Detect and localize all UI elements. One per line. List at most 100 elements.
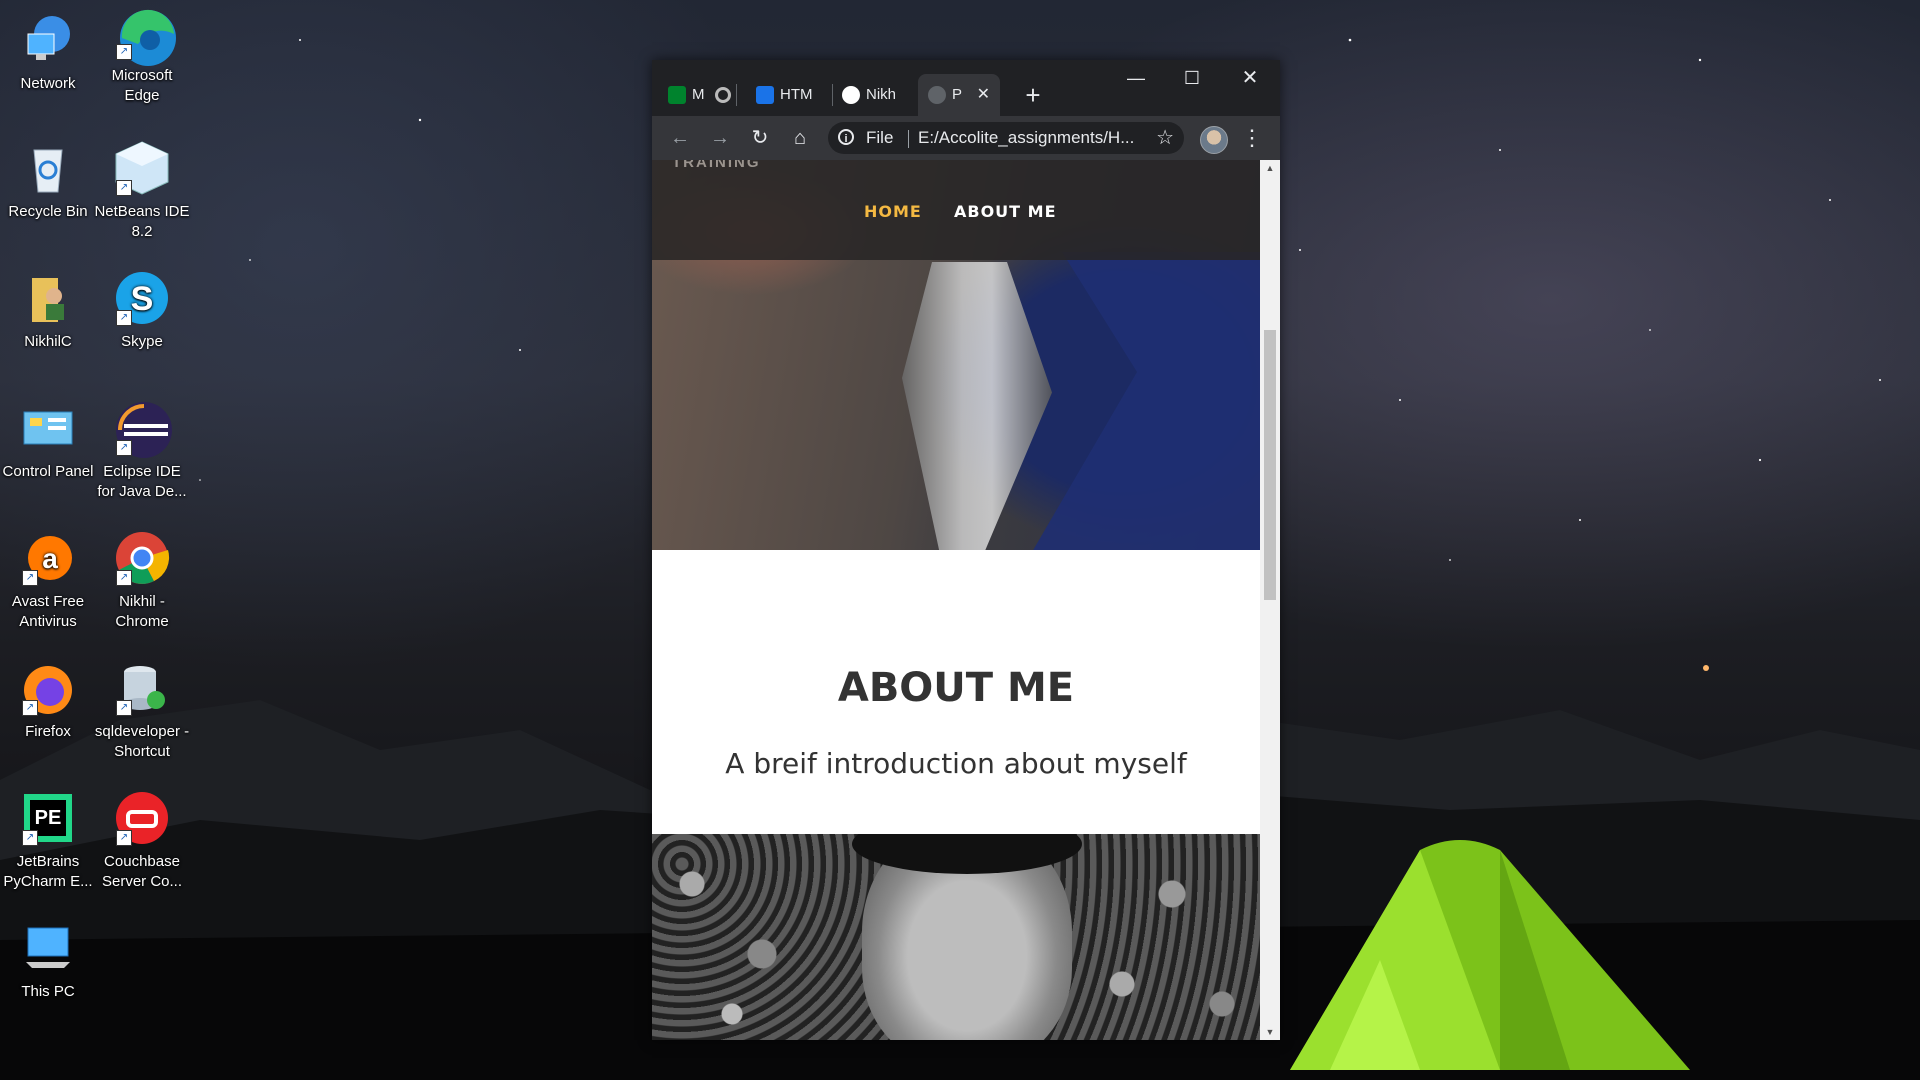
desktop-icon-user-folder[interactable]: NikhilC <box>0 266 96 352</box>
this-pc-icon <box>20 920 76 976</box>
shortcut-arrow-icon: ↗ <box>116 180 132 196</box>
close-tab-icon[interactable]: ✕ <box>977 74 990 116</box>
info-icon[interactable]: i <box>838 129 854 145</box>
skype-icon: S ↗ <box>114 270 170 326</box>
site-navbar: TRAINING HOME ABOUT ME <box>652 160 1260 260</box>
page-scrollbar[interactable]: ▲ ▼ <box>1260 160 1280 1040</box>
shortcut-arrow-icon: ↗ <box>116 830 132 846</box>
desktop-icon-sqldeveloper[interactable]: ↗ sqldeveloper - Shortcut <box>94 656 190 762</box>
shortcut-arrow-icon: ↗ <box>116 440 132 456</box>
omnibox-divider <box>908 130 909 148</box>
network-icon <box>20 12 76 68</box>
desktop-icon-label: Eclipse IDE for Java De... <box>97 463 187 500</box>
desktop-icon-label: NetBeans IDE 8.2 <box>94 203 190 240</box>
desktop-icon-label: Recycle Bin <box>8 203 88 220</box>
edge-icon: ↗ <box>114 4 176 66</box>
desktop-icon-avast[interactable]: a ↗ Avast Free Antivirus <box>0 526 96 632</box>
tab-separator <box>832 84 833 106</box>
svg-text:S: S <box>131 280 154 318</box>
desktop-icon-couchbase[interactable]: ↗ Couchbase Server Co... <box>94 786 190 892</box>
minimize-icon[interactable]: — <box>1108 60 1164 96</box>
address-bar[interactable]: i File E:/Accolite_assignments/H... ☆ <box>828 122 1184 154</box>
tab-strip: M HTM Nikh P ✕ + — ☐ ✕ <box>652 60 1280 116</box>
menu-icon[interactable]: ⋮ <box>1238 124 1266 152</box>
desktop-icon-label: JetBrains PyCharm E... <box>3 853 93 890</box>
recording-icon <box>714 87 731 104</box>
scrollbar-thumb[interactable] <box>1264 330 1276 600</box>
chrome-icon: ↗ <box>114 530 170 586</box>
desktop-icon-label: Microsoft Edge <box>111 67 173 104</box>
eclipse-icon: ↗ <box>114 400 172 458</box>
desktop-icon-label: Avast Free Antivirus <box>11 593 85 630</box>
github-icon <box>842 86 860 105</box>
shortcut-arrow-icon: ↗ <box>22 830 38 846</box>
profile-avatar[interactable] <box>1200 126 1228 154</box>
tab-label: P <box>952 86 963 103</box>
shortcut-arrow-icon: ↗ <box>116 44 132 60</box>
nav-home[interactable]: HOME <box>864 202 922 221</box>
desktop-icon-pycharm[interactable]: PE ↗ JetBrains PyCharm E... <box>0 786 96 892</box>
tab-github[interactable]: Nikh <box>842 74 908 116</box>
shortcut-arrow-icon: ↗ <box>22 700 38 716</box>
back-icon[interactable]: ← <box>666 124 694 152</box>
desktop-icon-control-panel[interactable]: Control Panel <box>0 396 96 482</box>
desktop-icon-netbeans[interactable]: ↗ NetBeans IDE 8.2 <box>94 136 190 242</box>
pycharm-icon: PE ↗ <box>20 790 76 846</box>
desktop-icon-label: Firefox <box>25 723 71 740</box>
glowing-tent <box>1290 840 1690 1070</box>
browser-toolbar: ← → ↻ ⌂ i File E:/Accolite_assignments/H… <box>652 116 1280 160</box>
scroll-down-icon[interactable]: ▼ <box>1260 1024 1280 1040</box>
tab-separator <box>736 84 737 106</box>
user-folder-icon <box>20 270 76 326</box>
avast-icon: a ↗ <box>20 530 76 586</box>
desktop-icon-recycle-bin[interactable]: Recycle Bin <box>0 136 96 222</box>
home-icon[interactable]: ⌂ <box>786 124 814 152</box>
tab-classroom[interactable]: HTM <box>756 74 824 116</box>
scroll-up-icon[interactable]: ▲ <box>1260 160 1280 176</box>
tab-label: M <box>692 86 705 103</box>
shortcut-arrow-icon: ↗ <box>116 310 132 326</box>
shortcut-arrow-icon: ↗ <box>22 570 38 586</box>
meet-icon <box>668 86 686 105</box>
desktop-icon-eclipse[interactable]: ↗ Eclipse IDE for Java De... <box>94 396 190 502</box>
about-section: ABOUT ME A breif introduction about myse… <box>652 550 1260 834</box>
firefox-icon: ↗ <box>20 660 76 716</box>
desktop-icon-edge[interactable]: ↗ Microsoft Edge <box>94 0 190 106</box>
nav-about-me[interactable]: ABOUT ME <box>954 202 1057 221</box>
desktop-icon-skype[interactable]: S ↗ Skype <box>94 266 190 352</box>
desktop-icon-label: NikhilC <box>24 333 72 350</box>
shortcut-arrow-icon: ↗ <box>116 570 132 586</box>
tab-meet[interactable]: M <box>668 74 732 116</box>
desktop-icon-label: Skype <box>121 333 163 350</box>
globe-icon <box>928 86 946 105</box>
close-window-icon[interactable]: ✕ <box>1222 60 1278 96</box>
url-text: E:/Accolite_assignments/H... <box>918 128 1135 147</box>
netbeans-icon: ↗ <box>114 140 170 196</box>
classroom-icon <box>756 86 774 105</box>
bookmark-star-icon[interactable]: ☆ <box>1156 122 1174 154</box>
desktop-icon-firefox[interactable]: ↗ Firefox <box>0 656 96 742</box>
svg-text:a: a <box>42 543 58 574</box>
reload-icon[interactable]: ↻ <box>746 124 774 152</box>
desktop-icon-chrome[interactable]: ↗ Nikhil - Chrome <box>94 526 190 632</box>
recycle-bin-icon <box>20 140 76 196</box>
profile-photo <box>652 834 1260 1040</box>
desktop-icon-label: Nikhil - Chrome <box>115 593 169 630</box>
forward-icon[interactable]: → <box>706 124 734 152</box>
about-title: ABOUT ME <box>837 665 1075 711</box>
tab-label: Nikh <box>866 86 897 103</box>
desktop-icon-label: Control Panel <box>2 463 94 480</box>
sqldeveloper-icon: ↗ <box>114 660 170 716</box>
desktop-icon-label: Couchbase Server Co... <box>101 853 183 890</box>
svg-text:PE: PE <box>35 807 62 829</box>
desktop-icon-network[interactable]: Network <box>0 8 96 94</box>
shortcut-arrow-icon: ↗ <box>116 700 132 716</box>
site-brand[interactable]: TRAINING <box>672 160 761 171</box>
page-viewport: TRAINING HOME ABOUT ME ABOUT ME A breif … <box>652 160 1260 1040</box>
new-tab-button[interactable]: + <box>1018 74 1048 116</box>
tab-portfolio[interactable]: P ✕ <box>918 74 1000 116</box>
desktop-icon-label: This PC <box>21 983 75 1000</box>
desktop-icon-this-pc[interactable]: This PC <box>0 916 96 1002</box>
desktop-icon-label: sqldeveloper - Shortcut <box>94 723 190 760</box>
maximize-icon[interactable]: ☐ <box>1164 60 1220 96</box>
